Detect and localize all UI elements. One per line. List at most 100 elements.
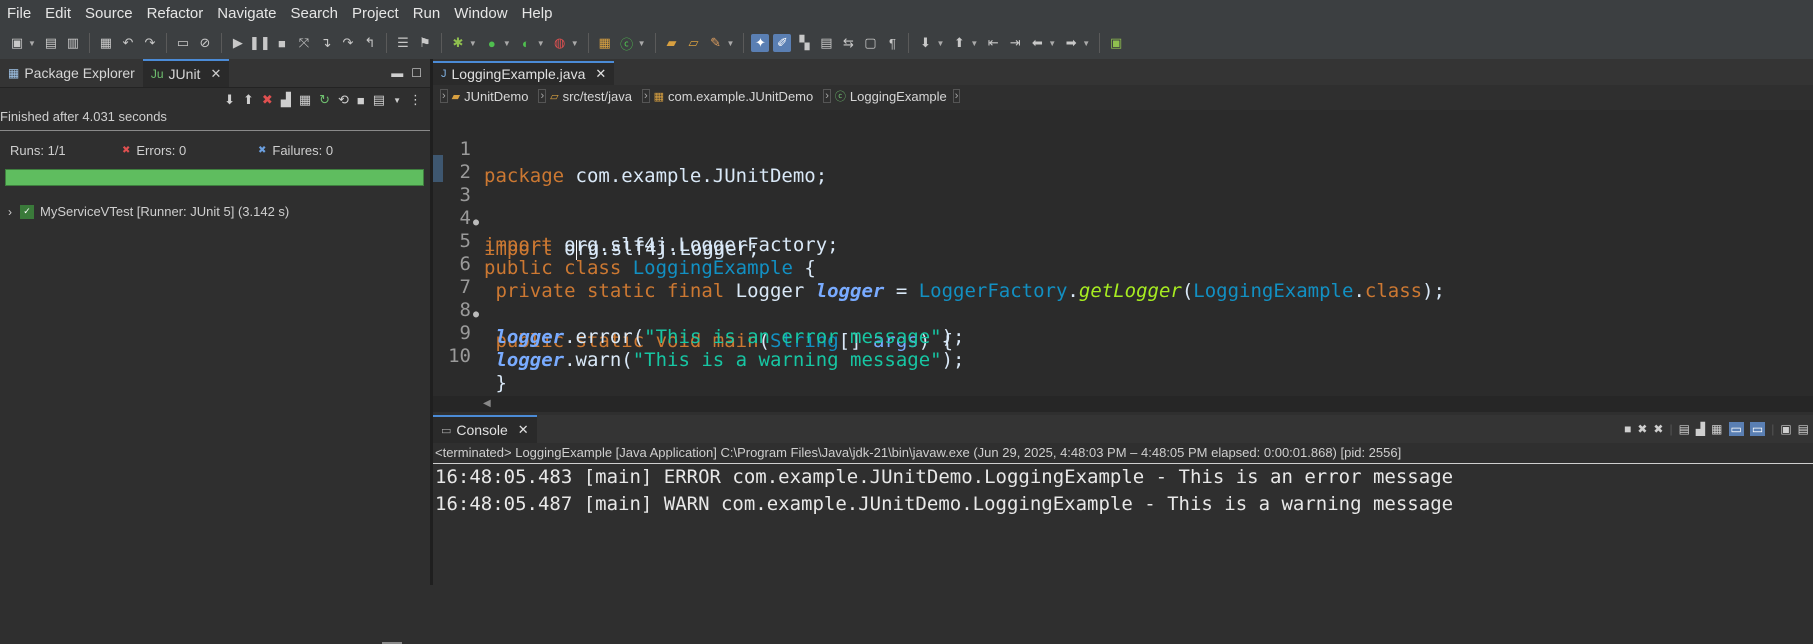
menu-refactor[interactable]: Refactor xyxy=(140,0,211,27)
chevron-down-icon[interactable]: ▼ xyxy=(727,39,735,48)
step-over-icon[interactable]: ↷ xyxy=(339,34,357,52)
word-wrap-icon[interactable]: ▤ xyxy=(817,34,835,52)
show-on-error-icon[interactable]: ▭ xyxy=(1749,422,1766,436)
chevron-down-icon[interactable]: ▼ xyxy=(28,39,36,48)
menu-edit[interactable]: Edit xyxy=(38,0,78,27)
next-annotation-icon[interactable]: ⬇ xyxy=(916,34,934,52)
chevron-down-icon[interactable]: ▼ xyxy=(393,96,401,105)
save-icon[interactable]: ▤ xyxy=(42,34,60,52)
menu-navigate[interactable]: Navigate xyxy=(210,0,283,27)
close-icon[interactable]: ✕ xyxy=(210,66,221,82)
last-edit-icon[interactable]: ⇤ xyxy=(984,34,1002,52)
chevron-down-icon[interactable]: ▼ xyxy=(970,39,978,48)
open-perspective-icon[interactable]: ▣ xyxy=(1107,34,1125,52)
chevron-right-icon[interactable]: › xyxy=(641,89,650,103)
terminate-icon[interactable]: ■ xyxy=(273,34,291,52)
rerun-failed-icon[interactable]: ⟲ xyxy=(338,92,349,108)
minimize-icon[interactable]: ▬ xyxy=(391,66,403,80)
show-on-output-icon[interactable]: ▭ xyxy=(1728,422,1744,436)
clear-console-icon[interactable]: ▤ xyxy=(1679,422,1690,436)
tab-package-explorer[interactable]: ▦ Package Explorer xyxy=(0,59,143,87)
remove-all-icon[interactable]: ✖ xyxy=(1653,422,1663,436)
task-icon[interactable]: ☰ xyxy=(394,34,412,52)
toggle-highlight-icon[interactable]: ✐ xyxy=(773,34,792,52)
breadcrumb-project[interactable]: › ▰ JUnitDemo xyxy=(433,89,531,104)
redo-icon[interactable]: ↷ xyxy=(141,34,159,52)
chevron-down-icon[interactable]: ▼ xyxy=(936,39,944,48)
scroll-left-icon[interactable]: ◀ xyxy=(483,398,491,409)
stop-icon[interactable]: ■ xyxy=(357,93,365,108)
tab-logging-example[interactable]: J LoggingExample.java ✕ xyxy=(433,61,615,85)
pin-icon[interactable]: ⚑ xyxy=(416,34,434,52)
code-area[interactable]: 1 package com.example.JUnitDemo; 2 3 ● i… xyxy=(433,110,1813,396)
chevron-right-icon[interactable]: › xyxy=(823,89,831,103)
next-edit-icon[interactable]: ⇥ xyxy=(1006,34,1024,52)
maximize-icon[interactable]: ☐ xyxy=(411,66,422,80)
chevron-down-icon[interactable]: ▼ xyxy=(1082,39,1090,48)
breadcrumb-source-folder[interactable]: › ▱ src/test/java xyxy=(531,89,635,104)
toggle-mark-occurrences-icon[interactable]: ✦ xyxy=(751,34,770,52)
save-all-icon[interactable]: ▥ xyxy=(64,34,82,52)
run-icon[interactable]: ● xyxy=(483,34,501,52)
chevron-right-icon[interactable]: › xyxy=(952,89,961,103)
external-tools-icon[interactable]: ◍ xyxy=(551,34,569,52)
console-output[interactable]: 16:48:05.483 [main] ERROR com.example.JU… xyxy=(433,464,1813,518)
chevron-right-icon[interactable]: › xyxy=(8,205,12,219)
coverage-icon[interactable]: ◐ xyxy=(517,34,535,52)
resume-icon[interactable]: ▶ xyxy=(229,34,247,52)
menu-help[interactable]: Help xyxy=(515,0,560,27)
new-class-icon[interactable]: ⓒ xyxy=(618,34,636,52)
skip-breakpoints-icon[interactable]: ⊘ xyxy=(196,34,214,52)
search-icon[interactable]: ✎ xyxy=(707,34,725,52)
tab-console[interactable]: ▭ Console ✕ xyxy=(433,415,537,443)
horizontal-scrollbar[interactable]: ◀ xyxy=(433,396,1813,412)
breadcrumb-class[interactable]: › ⓒ LoggingExample › xyxy=(816,88,967,104)
chevron-right-icon[interactable]: › xyxy=(538,89,547,103)
pilcrow-icon[interactable]: ¶ xyxy=(883,34,901,52)
step-into-icon[interactable]: ↴ xyxy=(317,34,335,52)
terminal-icon[interactable]: ▭ xyxy=(174,34,192,52)
show-breadcrumb-icon[interactable]: ▢ xyxy=(861,34,879,52)
close-icon[interactable]: ✕ xyxy=(518,422,529,438)
view-menu-icon[interactable]: ⋮ xyxy=(409,92,422,108)
remove-launch-icon[interactable]: ✖ xyxy=(1637,422,1647,436)
block-selection-icon[interactable]: ▚ xyxy=(795,34,813,52)
undo-icon[interactable]: ↶ xyxy=(119,34,137,52)
terminate-icon[interactable]: ■ xyxy=(1624,422,1631,436)
menu-run[interactable]: Run xyxy=(406,0,448,27)
display-console-icon[interactable]: ▣ xyxy=(1780,422,1791,436)
chevron-down-icon[interactable]: ▼ xyxy=(1048,39,1056,48)
rerun-icon[interactable]: ↻ xyxy=(319,92,330,108)
word-wrap-icon[interactable]: ▦ xyxy=(1711,422,1722,436)
whitespace-icon[interactable]: ⇆ xyxy=(839,34,857,52)
tab-junit[interactable]: Ju JUnit ✕ xyxy=(142,59,230,87)
test-tree-item[interactable]: › ✓ MyServiceVTest [Runner: JUnit 5] (3.… xyxy=(8,204,289,219)
new-icon[interactable]: ▣ xyxy=(8,34,26,52)
breadcrumb-package[interactable]: › ▦ com.example.JUnitDemo xyxy=(635,89,816,104)
menu-source[interactable]: Source xyxy=(78,0,140,27)
open-folder-icon[interactable]: ▱ xyxy=(685,34,703,52)
console-icon[interactable]: ▦ xyxy=(97,34,115,52)
chevron-down-icon[interactable]: ▼ xyxy=(537,39,545,48)
chevron-down-icon[interactable]: ▼ xyxy=(571,39,579,48)
test-history-icon[interactable]: ▤ xyxy=(373,92,385,108)
history-icon[interactable]: ▦ xyxy=(299,92,311,108)
menu-window[interactable]: Window xyxy=(447,0,514,27)
next-failure-icon[interactable]: ⬇ xyxy=(224,92,235,108)
previous-failure-icon[interactable]: ⬆ xyxy=(243,92,254,108)
chevron-down-icon[interactable]: ▼ xyxy=(503,39,511,48)
step-return-icon[interactable]: ↰ xyxy=(361,34,379,52)
open-type-icon[interactable]: ▰ xyxy=(663,34,681,52)
new-package-icon[interactable]: ▦ xyxy=(596,34,614,52)
menu-project[interactable]: Project xyxy=(345,0,406,27)
suspend-icon[interactable]: ❚❚ xyxy=(249,34,271,52)
chevron-down-icon[interactable]: ▼ xyxy=(469,39,477,48)
menu-search[interactable]: Search xyxy=(283,0,345,27)
disconnect-icon[interactable]: ⤧ xyxy=(295,34,313,52)
chevron-down-icon[interactable]: ▼ xyxy=(638,39,646,48)
show-failures-only-icon[interactable]: ✖ xyxy=(262,92,273,108)
debug-icon[interactable]: ✱ xyxy=(449,34,467,52)
close-icon[interactable]: ✕ xyxy=(595,66,606,82)
back-icon[interactable]: ⬅ xyxy=(1028,34,1046,52)
menu-file[interactable]: File xyxy=(0,0,38,27)
